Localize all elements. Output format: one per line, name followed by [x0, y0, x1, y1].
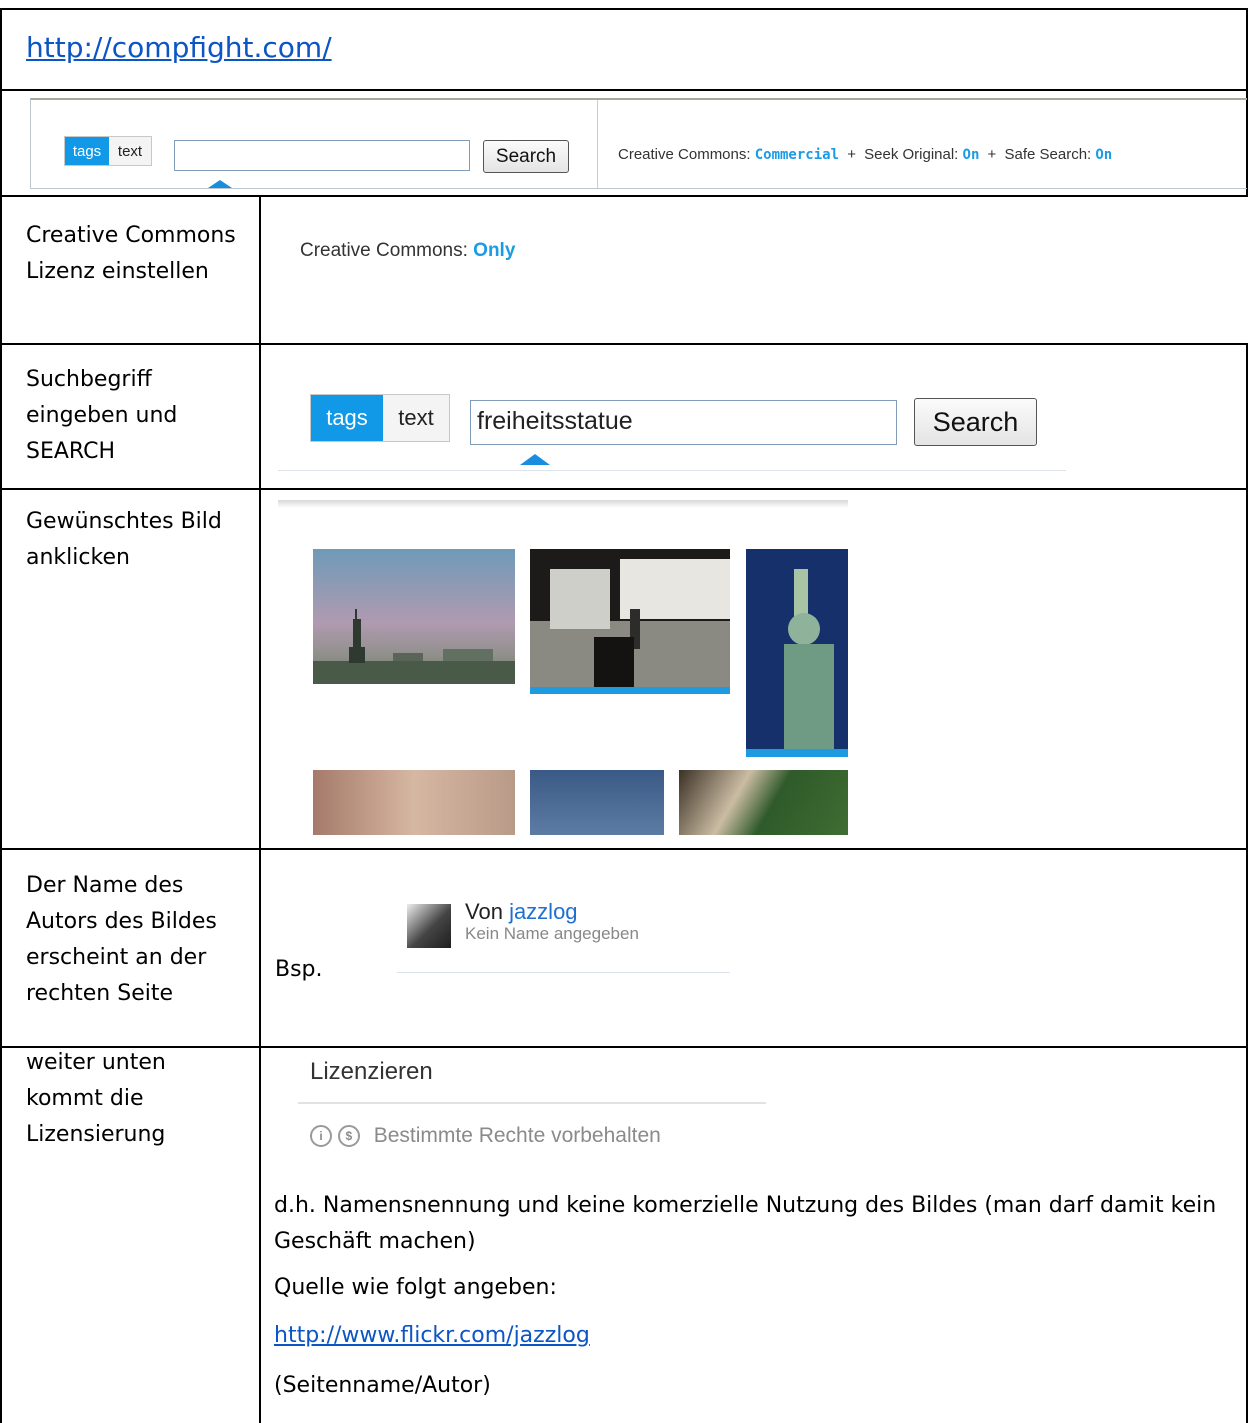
author-card: Von jazzlog Kein Name angegeben — [397, 896, 730, 973]
filter-settings: Creative Commons: Commercial + Seek Orig… — [618, 146, 1112, 163]
window-view-icon — [530, 549, 730, 694]
search-mode-toggle: tags text — [310, 394, 450, 442]
toolbar-screenshot: tags text Search Creative Commons: Comme… — [30, 98, 1247, 189]
statue-closeup-icon — [746, 549, 848, 757]
cc-only-value-link[interactable]: Only — [473, 240, 515, 261]
cc-value-link[interactable]: Commercial — [755, 147, 839, 163]
author-line: Von jazzlog — [465, 900, 578, 924]
toolbar-divider — [597, 100, 598, 188]
search-button[interactable]: Search — [483, 140, 569, 173]
license-title: Lizenzieren — [310, 1058, 433, 1085]
table-border — [0, 848, 1248, 850]
license-description: d.h. Namensnennung und keine komerzielle… — [274, 1193, 1217, 1254]
source-note: (Seitenname/Autor) — [274, 1373, 491, 1398]
rights-text: Bestimmte Rechte vorbehalten — [373, 1124, 661, 1147]
license-rights: i $ Bestimmte Rechte vorbehalten — [310, 1124, 661, 1148]
text-toggle[interactable]: text — [383, 395, 449, 441]
table-column-divider — [259, 195, 261, 1423]
table-border — [0, 89, 1248, 91]
tags-toggle[interactable]: tags — [65, 137, 109, 165]
cc-label: Creative Commons: — [618, 146, 751, 163]
pointer-arrow-icon — [208, 180, 232, 188]
author-subtitle: Kein Name angegeben — [465, 924, 639, 943]
table-border-left — [0, 8, 2, 1423]
noncommercial-icon[interactable]: $ — [337, 1125, 360, 1148]
seek-label: Seek Original: — [864, 146, 959, 163]
table-border — [0, 195, 1248, 197]
row-label: Gewünschtes Bild anklicken — [26, 509, 222, 570]
von-label: Von — [465, 899, 503, 924]
thumbnail-statue-sky[interactable] — [530, 770, 664, 835]
text-toggle[interactable]: text — [109, 137, 151, 165]
search-input[interactable] — [174, 140, 470, 171]
image-results — [278, 498, 848, 835]
thumbnail-aerial[interactable] — [679, 770, 848, 835]
statue-silhouette-icon — [313, 609, 515, 684]
source-url-link[interactable]: http://www.flickr.com/jazzlog — [274, 1318, 590, 1354]
thumbnail-statue-skyline[interactable] — [313, 549, 515, 684]
cc-only-setting: Creative Commons: Only — [300, 240, 515, 262]
compfight-link[interactable]: http://compfight.com/ — [26, 26, 332, 70]
search-button[interactable]: Search — [914, 398, 1037, 446]
thumbnail-statue-window[interactable] — [530, 549, 730, 694]
author-name-link[interactable]: jazzlog — [509, 899, 577, 924]
safe-label: Safe Search: — [1004, 146, 1092, 163]
row-label: Creative Commons Lizenz einstellen — [26, 223, 236, 284]
license-divider — [298, 1102, 766, 1104]
results-top-bar — [278, 500, 848, 508]
row-label: weiter unten kommt die Lizensierung — [26, 1050, 166, 1147]
example-label: Bsp. — [275, 957, 323, 982]
source-label: Quelle wie folgt angeben: — [274, 1275, 557, 1300]
thumbnail-statue-closeup[interactable] — [746, 549, 848, 757]
row-label: Suchbegriff eingeben und SEARCH — [26, 367, 178, 464]
table-border-top — [0, 8, 1248, 10]
safe-value-link[interactable]: On — [1095, 147, 1112, 163]
plus-separator: + — [987, 146, 997, 163]
row-label: Der Name des Autors des Bildes erscheint… — [26, 873, 217, 1006]
avatar[interactable] — [407, 904, 451, 948]
cc-only-label: Creative Commons: — [300, 240, 468, 261]
plus-separator: + — [847, 146, 856, 163]
tags-toggle[interactable]: tags — [311, 395, 383, 441]
search-screenshot: tags text freiheitsstatue Search — [278, 358, 1066, 471]
thumbnail-foggy-city[interactable] — [313, 770, 515, 835]
search-input[interactable]: freiheitsstatue — [470, 400, 897, 445]
document-page: http://compfight.com/ tags text Search C… — [0, 8, 1248, 1423]
table-border — [0, 488, 1248, 490]
seek-value-link[interactable]: On — [963, 147, 980, 163]
search-mode-toggle: tags text — [64, 136, 152, 166]
table-border — [0, 343, 1248, 345]
pointer-arrow-icon — [520, 454, 550, 465]
attribution-icon[interactable]: i — [310, 1125, 332, 1148]
